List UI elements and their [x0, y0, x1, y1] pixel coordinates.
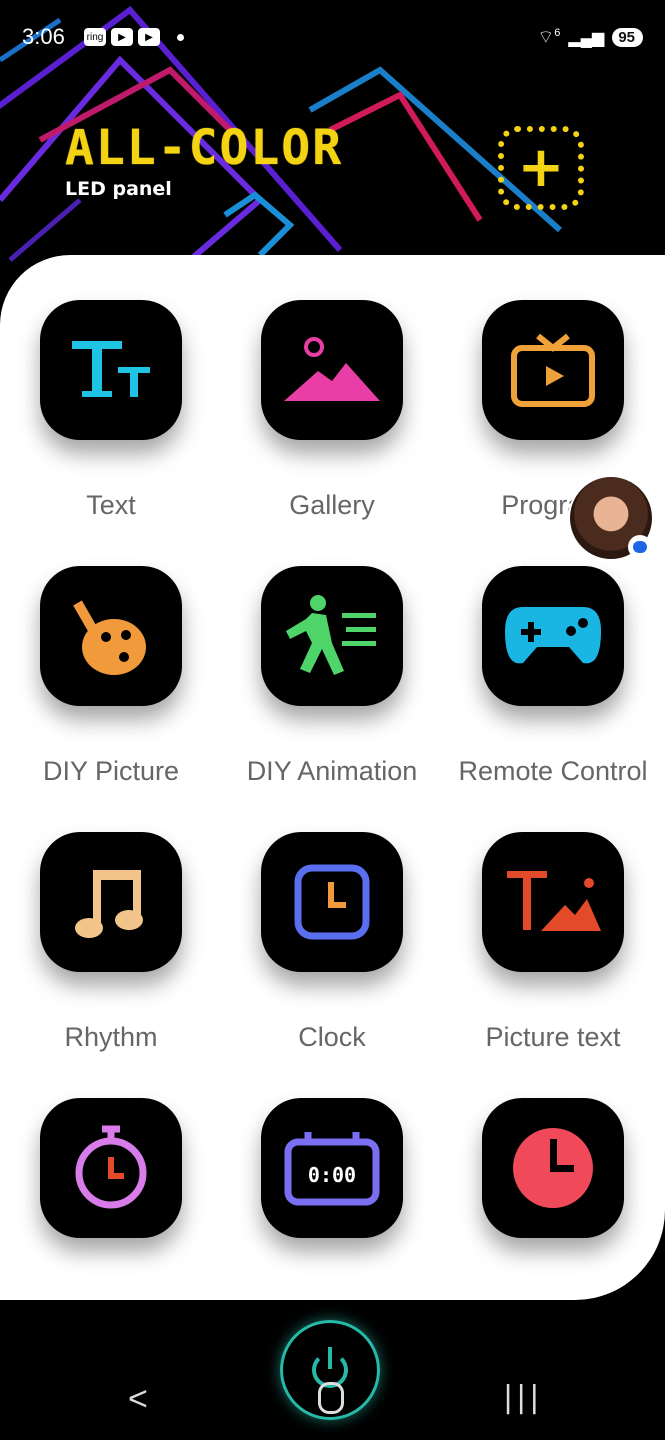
countdown-icon: 0:00 [261, 1098, 403, 1238]
tile-gallery[interactable]: Gallery [222, 300, 442, 521]
tile-remote-control[interactable]: Remote Control [443, 566, 663, 787]
power-icon-stem [328, 1347, 332, 1369]
tile-label: Picture text [485, 1022, 621, 1052]
picture-text-icon [482, 832, 624, 972]
image-icon [261, 300, 403, 440]
svg-text:0:00: 0:00 [308, 1163, 356, 1187]
tile-diy-animation[interactable]: DIY Animation [222, 566, 442, 787]
status-bar: 3:06 ring ▶ ▶ ⌔6 ▂▄▆ 95 [22, 22, 643, 54]
wifi-icon: ⌔6 [537, 27, 561, 47]
wifi-indicator: 6 [554, 27, 561, 39]
music-note-icon [40, 832, 182, 972]
text-icon [40, 300, 182, 440]
tile-timer[interactable] [443, 1098, 663, 1288]
messenger-badge-icon [628, 535, 652, 559]
plus-icon: + [517, 135, 565, 200]
status-time: 3:06 [22, 24, 65, 49]
ring-app-icon: ring [84, 28, 106, 46]
running-icon [261, 566, 403, 706]
system-icons: ⌔6 ▂▄▆ 95 [537, 26, 643, 49]
video-icon: ▶ [138, 28, 160, 46]
signal-icon: ▂▄▆ [568, 29, 605, 47]
app-brand: ALL-COLOR LED panel [65, 120, 343, 200]
palette-icon [40, 566, 182, 706]
tile-picture-text[interactable]: Picture text [443, 832, 663, 1053]
more-notifications-dot [177, 33, 184, 41]
home-nav-button[interactable] [318, 1382, 344, 1414]
tv-icon [482, 300, 624, 440]
tile-label: Clock [298, 1022, 366, 1052]
tile-label: Rhythm [64, 1022, 158, 1052]
feature-panel: Text Gallery Program DIY Picture DIY Ani [0, 255, 665, 1300]
notification-icons: ring ▶ ▶ [84, 28, 184, 46]
back-nav-button[interactable]: < [128, 1380, 148, 1419]
recent-apps-button[interactable]: ||| [503, 1380, 542, 1415]
battery-indicator: 95 [612, 28, 643, 47]
tile-label: DIY Picture [42, 756, 180, 786]
gamepad-icon [482, 566, 624, 706]
chat-head-avatar[interactable] [568, 475, 654, 561]
tile-label: Text [86, 490, 136, 520]
tile-diy-picture[interactable]: DIY Picture [1, 566, 221, 787]
bottom-bar: < ||| [0, 1300, 665, 1440]
clock-icon [261, 832, 403, 972]
tile-countdown[interactable]: 0:00 [222, 1098, 442, 1288]
video-icon: ▶ [111, 28, 133, 46]
tile-label: Remote Control [458, 756, 648, 786]
app-subtitle: LED panel [65, 178, 172, 200]
app-logo: ALL-COLOR [65, 120, 344, 176]
tile-rhythm[interactable]: Rhythm [1, 832, 221, 1053]
add-device-button[interactable]: + [498, 126, 584, 210]
tile-stopwatch[interactable] [1, 1098, 221, 1288]
tile-label: Gallery [289, 490, 375, 520]
tile-label: DIY Animation [246, 756, 418, 786]
timer-icon [482, 1098, 624, 1238]
stopwatch-icon [40, 1098, 182, 1238]
tile-clock[interactable]: Clock [222, 832, 442, 1053]
tile-text[interactable]: Text [1, 300, 221, 521]
